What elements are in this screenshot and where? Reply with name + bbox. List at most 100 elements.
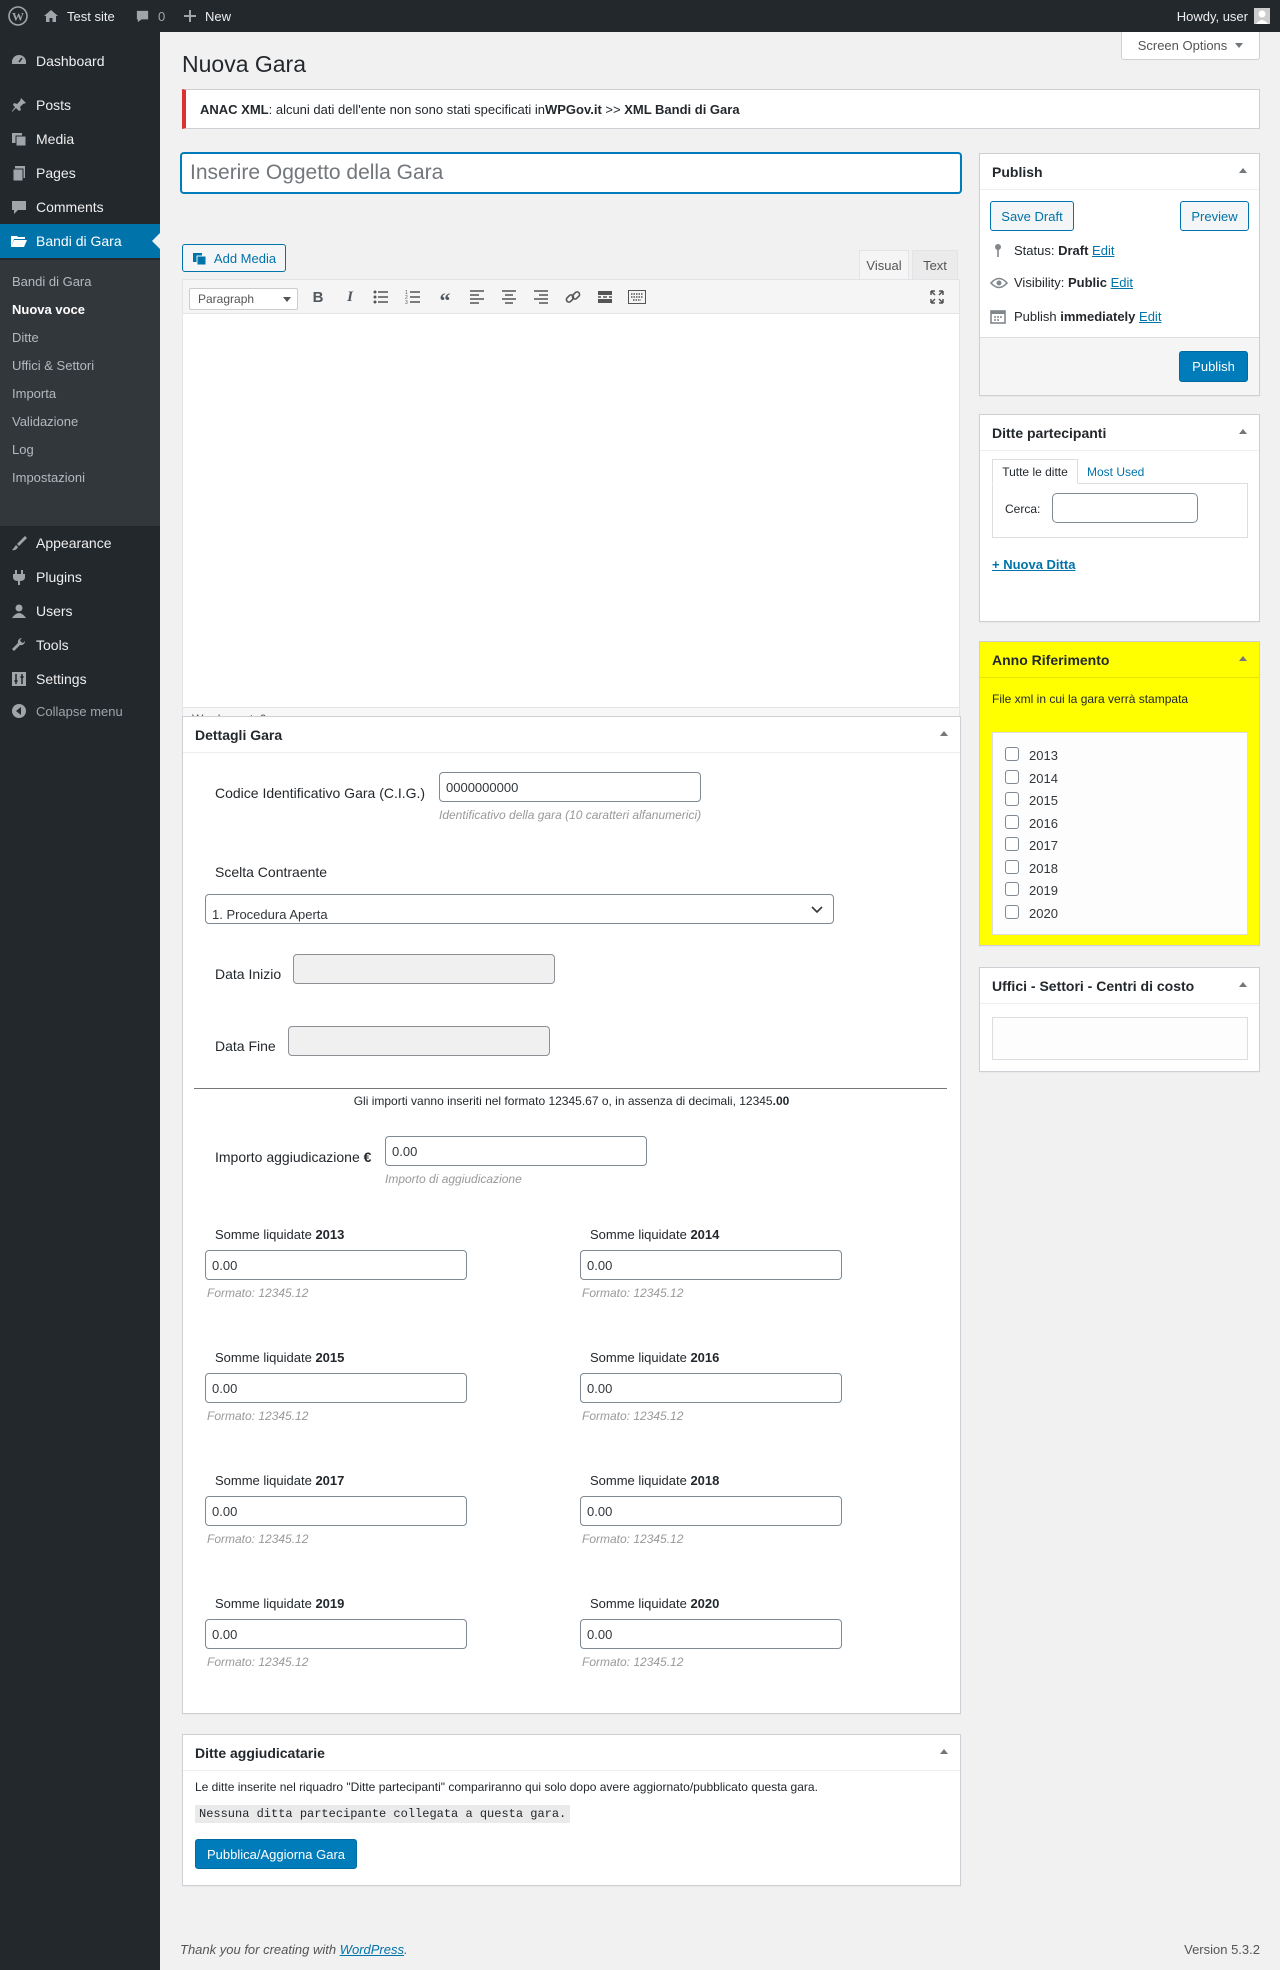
title-placeholder: Inserire Oggetto della Gara xyxy=(190,161,444,184)
year-checkbox-2014[interactable] xyxy=(1005,769,1019,784)
tab-most-used[interactable]: Most Used xyxy=(1087,465,1144,479)
toggle-arrow-icon[interactable] xyxy=(1239,656,1247,661)
ditte-partecipanti-header[interactable]: Ditte partecipanti xyxy=(980,415,1259,451)
notice-text: : alcuni dati dell'ente non sono stati s… xyxy=(268,101,545,117)
menu-appearance[interactable]: Appearance xyxy=(0,526,160,560)
bullet-list-icon[interactable] xyxy=(372,288,390,306)
submenu-uffici-settori[interactable]: Uffici & Settori xyxy=(12,358,94,373)
new-content-link[interactable]: New xyxy=(183,0,231,32)
dettagli-gara-header[interactable]: Dettagli Gara xyxy=(183,717,960,753)
menu-settings[interactable]: Settings xyxy=(0,662,160,696)
comments-link[interactable]: 0 xyxy=(135,0,165,32)
toggle-arrow-icon[interactable] xyxy=(1239,168,1247,173)
menu-tools[interactable]: Tools xyxy=(0,628,160,662)
submenu-bandi-di-gara[interactable]: Bandi di Gara xyxy=(12,274,92,289)
wordpress-logo-icon[interactable]: W xyxy=(8,0,28,32)
italic-icon[interactable]: I xyxy=(341,288,359,306)
keyboard-toolbar-toggle-icon[interactable] xyxy=(628,288,646,306)
menu-bandi-di-gara[interactable]: Bandi di Gara xyxy=(0,224,160,258)
somme-input-2014[interactable]: 0.00 xyxy=(580,1250,842,1280)
tab-visual[interactable]: Visual xyxy=(859,250,909,279)
somme-input-2020[interactable]: 0.00 xyxy=(580,1619,842,1649)
preview-button[interactable]: Preview xyxy=(1180,201,1249,231)
save-draft-button[interactable]: Save Draft xyxy=(990,201,1074,231)
submenu-impostazioni[interactable]: Impostazioni xyxy=(12,470,85,485)
year-checkbox-2013[interactable] xyxy=(1005,747,1019,761)
year-checkbox-2015[interactable] xyxy=(1005,792,1019,806)
aggiudicatarie-desc: Le ditte inserite nel riquadro "Ditte pa… xyxy=(195,1780,818,1794)
publish-header[interactable]: Publish xyxy=(980,154,1259,190)
year-checkbox-2019[interactable] xyxy=(1005,882,1019,896)
submenu-validazione[interactable]: Validazione xyxy=(12,414,78,429)
tab-tutte-le-ditte[interactable]: Tutte le ditte xyxy=(992,459,1078,484)
screen-options-button[interactable]: Screen Options xyxy=(1121,32,1260,60)
align-left-icon[interactable] xyxy=(468,288,486,306)
format-select[interactable]: Paragraph xyxy=(189,288,298,310)
year-label: 2018 xyxy=(1029,860,1058,876)
numbered-list-icon[interactable]: 123 xyxy=(404,288,422,306)
publish-edit-link[interactable]: Edit xyxy=(1139,309,1161,324)
bold-icon[interactable]: B xyxy=(309,288,327,306)
publish-button[interactable]: Publish xyxy=(1179,351,1248,382)
my-account-link[interactable]: Howdy, user xyxy=(1177,0,1270,32)
menu-media[interactable]: Media xyxy=(0,122,160,156)
year-checkbox-2016[interactable] xyxy=(1005,814,1019,829)
somme-input-2017[interactable]: 0.00 xyxy=(205,1496,467,1526)
menu-users[interactable]: Users xyxy=(0,594,160,628)
plugin-icon xyxy=(0,568,36,586)
menu-posts[interactable]: Posts xyxy=(0,88,160,122)
somme-input-2016[interactable]: 0.00 xyxy=(580,1373,842,1403)
toggle-arrow-icon[interactable] xyxy=(1239,982,1247,987)
anno-riferimento-header[interactable]: Anno Riferimento xyxy=(980,642,1259,678)
importo-input[interactable]: 0.00 xyxy=(385,1136,647,1166)
somme-input-2013[interactable]: 0.00 xyxy=(205,1250,467,1280)
collapse-menu-button[interactable]: Collapse menu xyxy=(0,694,160,728)
uffici-header[interactable]: Uffici - Settori - Centri di costo xyxy=(980,968,1259,1004)
add-media-button[interactable]: Add Media xyxy=(182,244,286,272)
site-name-link[interactable]: Test site xyxy=(43,0,115,32)
menu-label: Comments xyxy=(36,199,104,215)
tab-text[interactable]: Text xyxy=(912,250,958,279)
anno-riferimento-box: Anno Riferimento File xml in cui la gara… xyxy=(979,641,1260,946)
submenu-importa[interactable]: Importa xyxy=(12,386,56,401)
scelta-contraente-select[interactable]: 1. Procedura Aperta xyxy=(205,894,834,924)
nuova-ditta-link[interactable]: + Nuova Ditta xyxy=(992,557,1075,572)
year-checkbox-2017[interactable] xyxy=(1005,837,1019,851)
toggle-arrow-icon[interactable] xyxy=(940,1749,948,1754)
read-more-icon[interactable] xyxy=(596,288,614,306)
pubblica-aggiorna-button[interactable]: Pubblica/Aggiorna Gara xyxy=(195,1839,357,1869)
visibility-edit-link[interactable]: Edit xyxy=(1111,275,1133,290)
wordpress-link[interactable]: WordPress xyxy=(340,1942,404,1957)
wrench-icon xyxy=(0,636,36,654)
menu-pages[interactable]: Pages xyxy=(0,156,160,190)
data-inizio-input[interactable] xyxy=(293,954,555,984)
title-input[interactable]: Inserire Oggetto della Gara xyxy=(181,153,961,193)
menu-comments[interactable]: Comments xyxy=(0,190,160,224)
cerca-input[interactable] xyxy=(1052,493,1198,523)
somme-input-2019[interactable]: 0.00 xyxy=(205,1619,467,1649)
status-edit-link[interactable]: Edit xyxy=(1092,243,1114,258)
toggle-arrow-icon[interactable] xyxy=(1239,429,1247,434)
somme-input-2015[interactable]: 0.00 xyxy=(205,1373,467,1403)
align-center-icon[interactable] xyxy=(500,288,518,306)
menu-dashboard[interactable]: Dashboard xyxy=(0,44,160,78)
submenu-nuova-voce[interactable]: Nuova voce xyxy=(12,302,85,317)
ditte-aggiudicatarie-header[interactable]: Ditte aggiudicatarie xyxy=(183,1735,960,1771)
somme-input-2018[interactable]: 0.00 xyxy=(580,1496,842,1526)
data-fine-input[interactable] xyxy=(288,1026,550,1056)
submenu-ditte[interactable]: Ditte xyxy=(12,330,39,345)
link-icon[interactable] xyxy=(564,288,582,306)
editor-body[interactable] xyxy=(183,315,959,667)
cig-input[interactable]: 0000000000 xyxy=(439,772,701,802)
align-right-icon[interactable] xyxy=(532,288,550,306)
menu-plugins[interactable]: Plugins xyxy=(0,560,160,594)
submenu-log[interactable]: Log xyxy=(12,442,34,457)
caret-down-icon xyxy=(283,297,291,302)
blockquote-icon[interactable]: “ xyxy=(436,288,454,313)
toggle-arrow-icon[interactable] xyxy=(940,731,948,736)
eye-icon xyxy=(990,277,1008,288)
somme-label-text: Somme liquidate xyxy=(215,1227,316,1242)
year-checkbox-2018[interactable] xyxy=(1005,859,1019,874)
fullscreen-icon[interactable] xyxy=(928,288,946,306)
year-checkbox-2020[interactable] xyxy=(1005,904,1019,919)
